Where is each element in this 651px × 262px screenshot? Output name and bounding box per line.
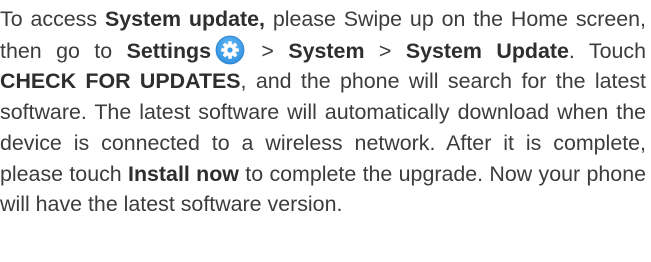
install-now-term: Install now	[128, 161, 239, 186]
settings-term: Settings	[126, 38, 211, 63]
system-update-menu-term: System Update	[405, 38, 569, 63]
document-page: To access System update, please Swipe up…	[0, 0, 651, 262]
system-term: System	[288, 38, 365, 63]
breadcrumb-separator: >	[246, 38, 289, 63]
instruction-paragraph: To access System update, please Swipe up…	[0, 4, 646, 220]
text-touch: . Touch	[568, 38, 646, 63]
text-intro: To access	[0, 7, 105, 31]
system-update-term: System update,	[104, 7, 265, 31]
check-for-updates-term: CHECK FOR UPDATES	[0, 69, 241, 94]
breadcrumb-separator: >	[364, 38, 406, 63]
settings-gear-icon	[215, 35, 245, 65]
